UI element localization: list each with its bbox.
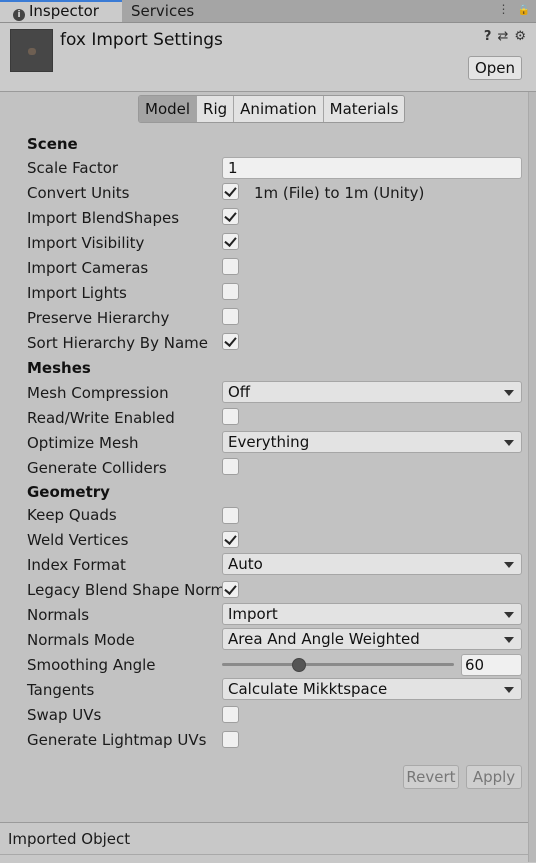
section-scene-heading: Scene — [27, 135, 78, 153]
convert-units-checkbox[interactable] — [222, 183, 239, 200]
checkmark-icon — [224, 209, 237, 222]
tangents-label: Tangents — [27, 681, 95, 699]
normals-dropdown[interactable]: Import — [222, 603, 522, 625]
imported-object-footer[interactable]: Imported Object — [0, 822, 528, 855]
tab-model[interactable]: Model — [139, 96, 198, 122]
tab-controls: ⋮ 🔒 — [490, 2, 530, 16]
section-geometry-heading: Geometry — [27, 483, 110, 501]
index-format-label: Index Format — [27, 556, 126, 574]
optimize-mesh-label: Optimize Mesh — [27, 434, 139, 452]
checkmark-icon — [224, 234, 237, 247]
optimize-mesh-value: Everything — [228, 433, 310, 451]
sort-hierarchy-label: Sort Hierarchy By Name — [27, 334, 208, 352]
chevron-down-icon — [504, 637, 514, 643]
convert-units-note: 1m (File) to 1m (Unity) — [254, 184, 425, 202]
normals-mode-label: Normals Mode — [27, 631, 135, 649]
optimize-mesh-dropdown[interactable]: Everything — [222, 431, 522, 453]
import-lights-label: Import Lights — [27, 284, 127, 302]
lightmap-uvs-label: Generate Lightmap UVs — [27, 731, 207, 749]
chevron-down-icon — [504, 440, 514, 446]
generate-colliders-label: Generate Colliders — [27, 459, 167, 477]
window-tab-strip: i Inspector Services ⋮ 🔒 — [0, 0, 536, 23]
info-icon: i — [13, 9, 25, 21]
chevron-down-icon — [504, 390, 514, 396]
preserve-hierarchy-checkbox[interactable] — [222, 308, 239, 325]
tab-animation[interactable]: Animation — [234, 96, 324, 122]
fox-preview-icon — [28, 48, 36, 55]
swap-uvs-label: Swap UVs — [27, 706, 102, 724]
weld-vertices-label: Weld Vertices — [27, 531, 129, 549]
tab-inspector-label: Inspector — [29, 2, 99, 20]
inspector-header: fox Import Settings ? ⇄ ⚙ Open — [0, 23, 536, 92]
tangents-value: Calculate Mikktspace — [228, 680, 388, 698]
tab-rig[interactable]: Rig — [197, 96, 235, 122]
asset-thumbnail — [10, 29, 53, 72]
normals-mode-value: Area And Angle Weighted — [228, 630, 420, 648]
import-visibility-checkbox[interactable] — [222, 233, 239, 250]
import-tab-group: Model Rig Animation Materials — [138, 95, 406, 123]
apply-button[interactable]: Apply — [466, 765, 522, 789]
mesh-compression-label: Mesh Compression — [27, 384, 169, 402]
import-blendshapes-checkbox[interactable] — [222, 208, 239, 225]
read-write-checkbox[interactable] — [222, 408, 239, 425]
read-write-label: Read/Write Enabled — [27, 409, 175, 427]
index-format-dropdown[interactable]: Auto — [222, 553, 522, 575]
imported-object-label: Imported Object — [8, 830, 131, 848]
import-visibility-label: Import Visibility — [27, 234, 145, 252]
lock-icon[interactable]: 🔒 — [518, 5, 530, 16]
normals-value: Import — [228, 605, 278, 623]
menu-icon[interactable]: ⋮ — [498, 2, 510, 16]
chevron-down-icon — [504, 687, 514, 693]
index-format-value: Auto — [228, 555, 263, 573]
scrollbar[interactable] — [528, 92, 536, 862]
revert-button[interactable]: Revert — [403, 765, 459, 789]
section-meshes-heading: Meshes — [27, 359, 91, 377]
checkmark-icon — [224, 582, 237, 595]
header-icons: ? ⇄ ⚙ — [478, 29, 526, 44]
normals-mode-dropdown[interactable]: Area And Angle Weighted — [222, 628, 522, 650]
smoothing-angle-label: Smoothing Angle — [27, 656, 156, 674]
checkmark-icon — [224, 184, 237, 197]
generate-colliders-checkbox[interactable] — [222, 458, 239, 475]
legacy-blend-label: Legacy Blend Shape Norma — [27, 581, 222, 599]
presets-icon[interactable]: ⇄ — [497, 29, 508, 44]
scale-factor-input[interactable]: 1 — [222, 157, 522, 179]
tab-services-label: Services — [131, 2, 195, 20]
settings-gear-icon[interactable]: ⚙ — [514, 29, 526, 44]
import-cameras-label: Import Cameras — [27, 259, 149, 277]
scale-factor-label: Scale Factor — [27, 159, 119, 177]
mesh-compression-dropdown[interactable]: Off — [222, 381, 522, 403]
keep-quads-label: Keep Quads — [27, 506, 117, 524]
chevron-down-icon — [504, 562, 514, 568]
open-button[interactable]: Open — [468, 56, 522, 80]
import-lights-checkbox[interactable] — [222, 283, 239, 300]
normals-label: Normals — [27, 606, 90, 624]
preserve-hierarchy-label: Preserve Hierarchy — [27, 309, 170, 327]
smoothing-angle-input[interactable]: 60 — [461, 654, 522, 676]
convert-units-label: Convert Units — [27, 184, 130, 202]
smoothing-angle-slider-track[interactable] — [222, 663, 454, 666]
weld-vertices-checkbox[interactable] — [222, 531, 239, 548]
tab-inspector[interactable]: i Inspector — [0, 0, 122, 22]
checkmark-icon — [224, 532, 237, 545]
tangents-dropdown[interactable]: Calculate Mikktspace — [222, 678, 522, 700]
import-cameras-checkbox[interactable] — [222, 258, 239, 275]
mesh-compression-value: Off — [228, 383, 251, 401]
legacy-blend-checkbox[interactable] — [222, 581, 239, 598]
checkmark-icon — [224, 334, 237, 347]
sort-hierarchy-checkbox[interactable] — [222, 333, 239, 350]
tab-materials[interactable]: Materials — [323, 96, 405, 122]
keep-quads-checkbox[interactable] — [222, 507, 239, 524]
page-title: fox Import Settings — [60, 30, 223, 50]
swap-uvs-checkbox[interactable] — [222, 706, 239, 723]
chevron-down-icon — [504, 612, 514, 618]
import-blendshapes-label: Import BlendShapes — [27, 209, 180, 227]
lightmap-uvs-checkbox[interactable] — [222, 731, 239, 748]
help-icon[interactable]: ? — [484, 29, 492, 44]
tab-services[interactable]: Services — [124, 0, 234, 22]
